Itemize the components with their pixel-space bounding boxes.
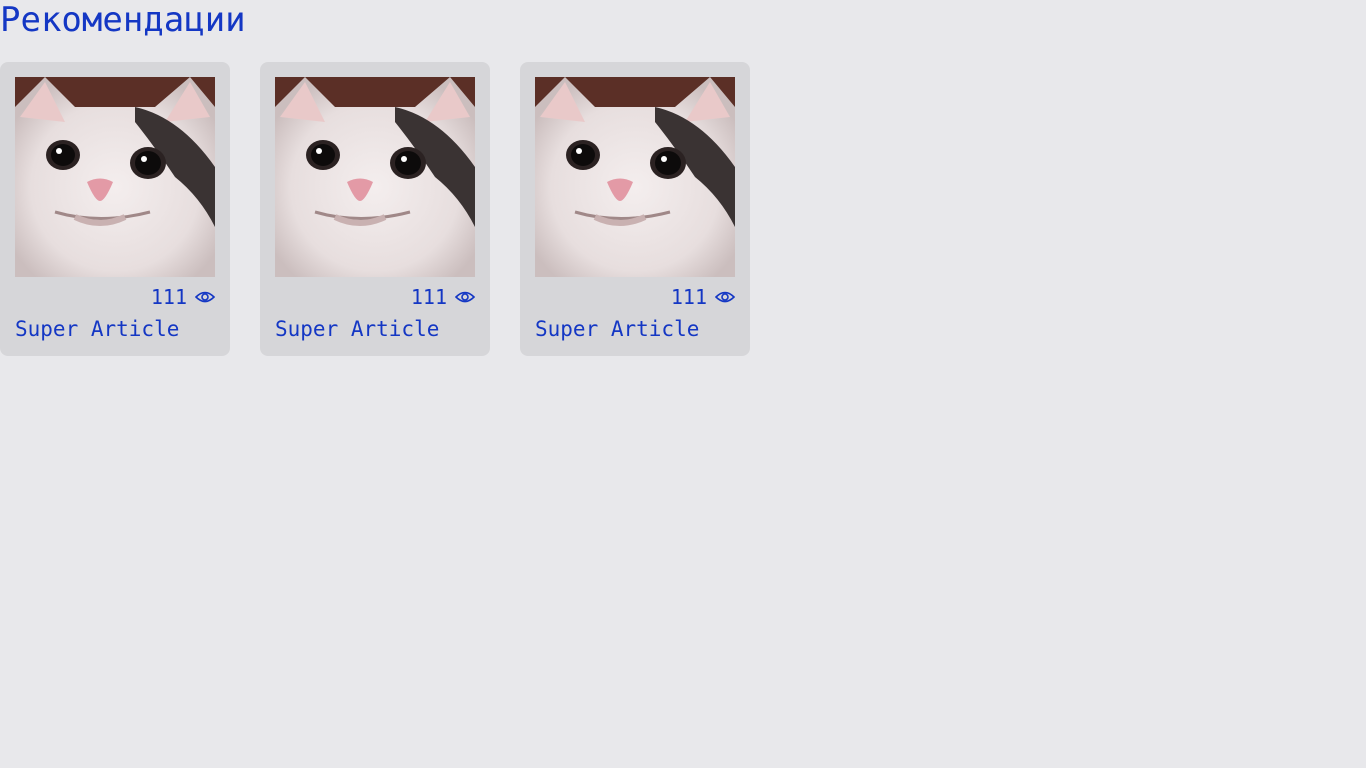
page-title: Рекомендации: [0, 0, 246, 40]
article-title[interactable]: Super Article: [15, 316, 179, 342]
views-counter: 111: [151, 285, 215, 309]
views-count: 111: [670, 285, 707, 309]
article-title[interactable]: Super Article: [535, 316, 699, 342]
cat-photo: [275, 77, 475, 277]
eye-icon: [715, 290, 735, 304]
article-title[interactable]: Super Article: [275, 316, 439, 342]
article-image: [275, 77, 475, 277]
views-counter: 111: [411, 285, 475, 309]
recommendations-list: 111 Super Article 111 Super Article 111 …: [0, 62, 750, 356]
eye-icon: [455, 290, 475, 304]
article-image: [535, 77, 735, 277]
views-counter: 111: [671, 285, 735, 309]
article-image: [15, 77, 215, 277]
article-card[interactable]: 111 Super Article: [520, 62, 750, 356]
eye-icon: [195, 290, 215, 304]
cat-photo: [15, 77, 215, 277]
article-card[interactable]: 111 Super Article: [260, 62, 490, 356]
views-count: 111: [410, 285, 447, 309]
cat-photo: [535, 77, 735, 277]
views-count: 111: [150, 285, 187, 309]
article-card[interactable]: 111 Super Article: [0, 62, 230, 356]
